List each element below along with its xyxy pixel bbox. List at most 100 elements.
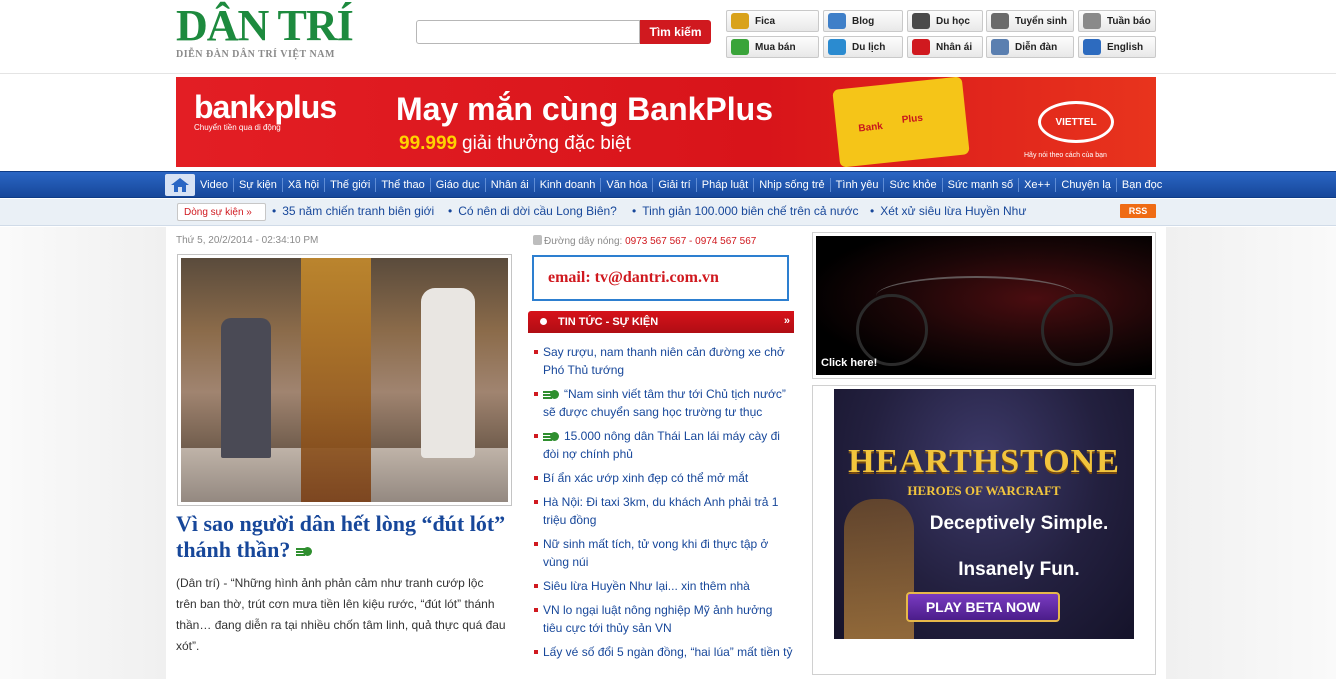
tool-label: Diễn đàn — [1015, 41, 1058, 53]
hot-topic-text: Tinh giản 100.000 biên chế trên cả nước — [642, 204, 859, 218]
nav-item[interactable]: Giáo dục — [431, 178, 486, 192]
news-item[interactable]: Say rượu, nam thanh niên cản đường xe ch… — [533, 343, 793, 379]
nav-item[interactable]: Video — [195, 178, 234, 192]
tool-label: Du lịch — [852, 41, 886, 53]
nav-item[interactable]: Sức mạnh số — [943, 178, 1020, 192]
banner-brand: bank›plus — [194, 89, 337, 125]
hot-topic-text: 35 năm chiến tranh biên giới — [282, 204, 435, 218]
news-item-text: Bí ẩn xác ướp xinh đẹp có thể mở mắt — [543, 471, 749, 485]
bullet-icon: • — [448, 204, 453, 218]
nav-item[interactable]: Giải trí — [653, 178, 697, 192]
tool-1[interactable]: Fica — [726, 10, 819, 32]
nav-item[interactable]: Thế giới — [325, 178, 377, 192]
news-section-title: TIN TỨC - SỰ KIỆN — [558, 316, 659, 328]
tool-5[interactable]: Tuần báo — [1078, 10, 1156, 32]
ad-click-here: Click here! — [821, 357, 878, 369]
home-icon[interactable] — [165, 174, 195, 196]
video-icon — [543, 431, 559, 442]
play-beta-button[interactable]: PLAY BETA NOW — [906, 592, 1060, 622]
puzzle-label-bank: Bank — [857, 120, 884, 135]
site-header: DÂN TRÍ DIỄN ĐÀN DÂN TRÍ VIỆT NAM Tìm ki… — [0, 0, 1336, 74]
hearthstone-ad[interactable]: HEARTHSTONE HEROES OF WARCRAFT Deceptive… — [834, 389, 1134, 639]
hot-topic-link[interactable]: • Có nên di dời cầu Long Biên? — [448, 204, 617, 218]
rss-button[interactable]: RSS — [1120, 204, 1156, 218]
tool-8[interactable]: Nhân ái — [907, 36, 983, 58]
tool-label: Tuyển sinh — [1015, 15, 1068, 27]
news-item[interactable]: 15.000 nông dân Thái Lan lái máy cày đi … — [533, 427, 793, 463]
nav-item[interactable]: Xã hội — [283, 178, 326, 192]
tool-9[interactable]: Diễn đàn — [986, 36, 1074, 58]
nav-item[interactable]: Văn hóa — [601, 178, 654, 192]
nav-item[interactable]: Chuyện lạ — [1056, 178, 1117, 192]
hotline-label: Đường dây nóng: — [544, 236, 623, 247]
bankplus-banner-ad[interactable]: bank›plus Chuyển tiền qua di động May mắ… — [176, 77, 1156, 167]
tool-label: Du học — [936, 15, 970, 27]
graduation-cap-icon — [912, 13, 930, 29]
nav-item[interactable]: Thể thao — [376, 178, 431, 192]
article-photo[interactable] — [177, 254, 512, 506]
site-logo[interactable]: DÂN TRÍ DIỄN ĐÀN DÂN TRÍ VIỆT NAM — [176, 4, 356, 64]
article-headline-text: Vì sao người dân hết lòng “đút lót” thán… — [176, 511, 506, 562]
tool-label: Tuần báo — [1107, 15, 1151, 27]
viettel-logo: VIETTEL — [1038, 101, 1114, 143]
tool-4[interactable]: Tuyển sinh — [986, 10, 1074, 32]
hot-topic-link[interactable]: • Tinh giản 100.000 biên chế trên cả nước — [632, 204, 858, 218]
video-icon — [295, 546, 312, 557]
shopping-bag-icon — [731, 39, 749, 55]
news-item[interactable]: “Nam sinh viết tâm thư tới Chủ tịch nước… — [533, 385, 793, 421]
email-text: email: tv@dantri.com.vn — [548, 269, 719, 286]
nav-item[interactable]: Sự kiện — [234, 178, 283, 192]
logo-tagline: DIỄN ĐÀN DÂN TRÍ VIỆT NAM — [176, 49, 335, 60]
nav-item[interactable]: Sức khỏe — [884, 178, 943, 192]
news-item[interactable]: Nữ sinh mất tích, tử vong khi đi thực tậ… — [533, 535, 793, 571]
nav-item[interactable]: Tình yêu — [831, 178, 885, 192]
tool-2[interactable]: Blog — [823, 10, 903, 32]
logo-text: DÂN TRÍ — [176, 1, 354, 50]
puzzle-label-plus: Plus — [901, 112, 924, 126]
news-list: Say rượu, nam thanh niên cản đường xe ch… — [533, 343, 793, 667]
video-icon — [543, 389, 559, 400]
nav-item[interactable]: Kinh doanh — [535, 178, 602, 192]
news-item-text: Say rượu, nam thanh niên cản đường xe ch… — [543, 345, 785, 377]
nav-item[interactable]: Nhịp sống trẻ — [754, 178, 831, 192]
tool-10[interactable]: English — [1078, 36, 1156, 58]
news-item[interactable]: Hà Nội: Đi taxi 3km, du khách Anh phải t… — [533, 493, 793, 529]
news-item[interactable]: Bí ẩn xác ướp xinh đẹp có thể mở mắt — [533, 469, 793, 487]
hot-topics-bar: Dòng sự kiện » • 35 năm chiến tranh biên … — [0, 199, 1336, 226]
puzzle-graphic: Bank Plus — [832, 77, 970, 167]
hot-topic-text: Có nên di dời cầu Long Biên? — [458, 204, 617, 218]
news-item[interactable]: VN lo ngại luật nông nghiệp Mỹ ảnh hưởng… — [533, 601, 793, 637]
article-photo-image — [181, 258, 508, 502]
tool-label: Nhân ái — [936, 41, 973, 53]
hs-title: HEARTHSTONE — [848, 443, 1120, 480]
hs-line-2: Insanely Fun. — [958, 559, 1080, 580]
article-headline[interactable]: Vì sao người dân hết lòng “đút lót” thán… — [176, 511, 516, 563]
nav-item[interactable]: Pháp luật — [697, 178, 755, 192]
hot-topics-label[interactable]: Dòng sự kiện » — [177, 203, 266, 221]
email-box[interactable]: email: tv@dantri.com.vn — [532, 255, 789, 301]
tool-label: Fica — [755, 15, 776, 27]
news-item[interactable]: Lấy vé số đổi 5 ngàn đồng, “hai lúa” mất… — [533, 643, 793, 661]
search-input[interactable] — [416, 20, 640, 44]
search-button[interactable]: Tìm kiếm — [640, 20, 711, 44]
tool-label: Mua bán — [755, 41, 796, 53]
motorbike-ad[interactable]: Click here! — [812, 232, 1156, 379]
nav-item[interactable]: Xe++ — [1019, 178, 1057, 192]
hot-topic-link[interactable]: • Xét xử siêu lừa Huyền Như — [870, 204, 1026, 218]
hotline: Đường dây nóng: 0973 567 567 - 0974 567 … — [533, 235, 756, 247]
banner-headline: May mắn cùng BankPlus — [396, 91, 773, 127]
page-background-left — [0, 227, 166, 679]
tool-3[interactable]: Du học — [907, 10, 983, 32]
news-item[interactable]: Siêu lừa Huyền Như lại... xin thêm nhà — [533, 577, 793, 595]
hot-topic-link[interactable]: • 35 năm chiến tranh biên giới — [272, 204, 434, 218]
nav-item[interactable]: Nhân ái — [486, 178, 535, 192]
news-section-header[interactable]: TIN TỨC - SỰ KIỆN » — [528, 311, 794, 333]
page-background-right — [1166, 227, 1336, 679]
tool-7[interactable]: Du lịch — [823, 36, 903, 58]
blog-icon — [828, 13, 846, 29]
tool-6[interactable]: Mua bán — [726, 36, 819, 58]
nav-item[interactable]: Bạn đọc — [1117, 178, 1167, 192]
double-chevron-icon: » — [783, 315, 790, 327]
nav-items: Video Sự kiện Xã hội Thế giới Thể thao Giáo d… — [195, 172, 1167, 198]
heart-icon — [912, 39, 930, 55]
